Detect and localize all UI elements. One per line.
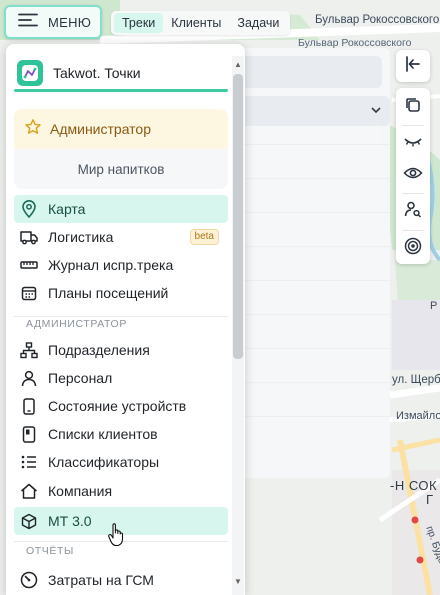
menu-item-classifiers[interactable]: Классификаторы <box>14 448 228 476</box>
collapse-panel-button[interactable] <box>396 50 430 82</box>
menu-item-client-lists[interactable]: Списки клиентов <box>14 420 228 448</box>
panel-select-field[interactable] <box>238 96 390 126</box>
home-icon <box>20 482 38 500</box>
menu-item-logistics[interactable]: Логистика beta <box>14 223 228 251</box>
scroll-down-icon[interactable]: ▼ <box>234 577 242 586</box>
show-button[interactable] <box>396 160 430 191</box>
map-toolbar <box>396 88 430 264</box>
view-tabs: Треки Клиенты Задачи <box>111 11 291 35</box>
tab-tracks[interactable]: Треки <box>114 13 164 33</box>
menu-item-device-status[interactable]: Состояние устройств <box>14 392 228 420</box>
menu-label: МЕНЮ <box>48 14 92 30</box>
menu-item-company[interactable]: Компания <box>14 477 228 505</box>
menu-item-label: Состояние устройств <box>48 398 187 414</box>
target-icon <box>404 237 422 260</box>
menu-item-label: Подразделения <box>48 342 150 358</box>
hide-button[interactable] <box>396 128 430 159</box>
gauge-icon <box>20 571 38 589</box>
role-row[interactable]: Администратор <box>14 109 228 149</box>
menu-item-departments[interactable]: Подразделения <box>14 336 228 364</box>
menu-item-label: Персонал <box>48 370 113 386</box>
organization-name[interactable]: Мир напитков <box>14 149 228 189</box>
scroll-up-icon[interactable]: ▲ <box>234 60 242 69</box>
device-icon <box>20 397 38 415</box>
menu-item-label: Классификаторы <box>48 454 160 470</box>
collapse-panel-icon <box>404 55 422 78</box>
menu-item-label: Журнал испр.трека <box>48 257 174 273</box>
menu-item-visit-plans[interactable]: Планы посещений <box>14 279 228 307</box>
target-button[interactable] <box>396 233 430 264</box>
menu-item-label: МТ 3.0 <box>48 513 92 529</box>
menu-item-label: Логистика <box>48 229 114 245</box>
ruler-icon <box>20 256 38 274</box>
map-street-label: ул. Щерб <box>392 374 440 386</box>
brand-logo-icon <box>17 60 43 86</box>
section-divider <box>14 316 228 317</box>
calendar-icon <box>20 284 38 302</box>
brand-name: Takwot. Точки <box>53 65 141 81</box>
menu-scrollbar-thumb[interactable] <box>233 74 243 359</box>
brand-underline <box>14 89 228 92</box>
hand-cursor-icon <box>108 523 126 549</box>
map-pin-icon <box>20 200 38 218</box>
truck-icon <box>20 228 38 246</box>
section-title-admin: АДМИНИСТРАТОР <box>26 318 127 330</box>
tab-clients[interactable]: Клиенты <box>163 13 229 33</box>
tracks-panel <box>230 48 390 478</box>
beta-badge: beta <box>189 229 219 245</box>
eye-closed-icon <box>403 135 423 154</box>
chevron-down-icon <box>370 104 382 119</box>
client-list-icon <box>20 425 38 443</box>
menu-item-label: Списки клиентов <box>48 426 158 442</box>
section-title-reports: ОТЧЁТЫ <box>26 545 74 557</box>
menu-item-label: Планы посещений <box>48 285 169 301</box>
menu-item-label: Компания <box>48 483 113 499</box>
menu-item-map[interactable]: Карта <box>14 195 228 223</box>
main-menu-dropdown: Takwot. Точки Администратор Мир напитков… <box>6 44 245 595</box>
role-name: Администратор <box>50 121 152 137</box>
map-street-label: Бульвар Рокоссовского <box>315 14 440 26</box>
tab-tasks[interactable]: Задачи <box>229 13 287 33</box>
menu-item-track-log[interactable]: Журнал испр.трека <box>14 251 228 279</box>
map-district-label: Г <box>426 492 434 507</box>
brand-header[interactable]: Takwot. Точки <box>14 54 228 92</box>
org-chart-icon <box>20 341 38 359</box>
menu-item-label: Затраты на ГСМ <box>48 572 154 588</box>
panel-search-field[interactable] <box>238 56 382 88</box>
copy-icon <box>404 96 422 119</box>
hamburger-icon <box>18 13 38 32</box>
role-card[interactable]: Администратор Мир напитков <box>14 109 228 189</box>
menu-item-fuel-costs[interactable]: Затраты на ГСМ <box>14 566 228 594</box>
list-icon <box>20 453 38 471</box>
user-search-icon <box>404 200 422 223</box>
map-street-label: Измайловс <box>396 410 440 422</box>
menu-item-personnel[interactable]: Персонал <box>14 364 228 392</box>
cube-icon <box>20 512 38 530</box>
star-icon <box>24 118 42 141</box>
map-street-label: Р <box>430 300 438 312</box>
find-user-button[interactable] <box>396 196 430 227</box>
menu-item-label: Карта <box>48 201 86 217</box>
user-icon <box>20 369 38 387</box>
eye-icon <box>403 166 423 185</box>
menu-button[interactable]: МЕНЮ <box>4 5 102 39</box>
layers-copy-button[interactable] <box>396 92 430 123</box>
map-district-label: -Н СОК <box>390 478 438 493</box>
